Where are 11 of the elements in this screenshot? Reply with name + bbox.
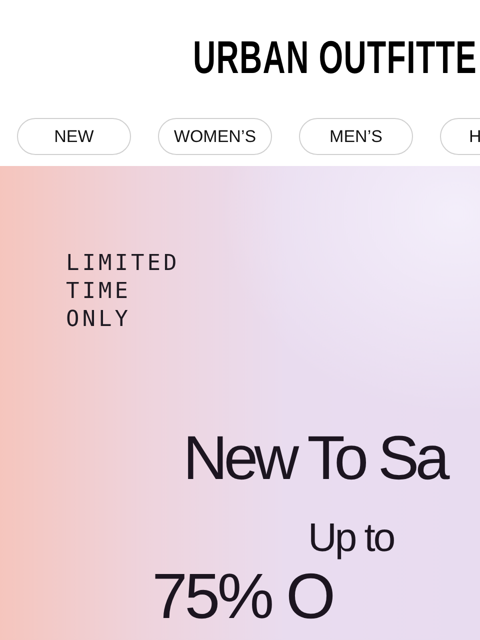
category-chip[interactable]: WOMEN’S bbox=[158, 118, 272, 155]
promo-label: TIME bbox=[66, 278, 132, 306]
brand-logo[interactable]: URBAN OUTFITTE bbox=[193, 34, 478, 80]
category-chip[interactable]: MEN’S bbox=[299, 118, 413, 155]
discount-text: 75% O bbox=[152, 564, 333, 628]
promo-label: LIMITED bbox=[66, 250, 180, 278]
promo-label: ONLY bbox=[66, 306, 132, 334]
category-chip[interactable]: H bbox=[440, 118, 480, 155]
category-chip[interactable]: NEW bbox=[17, 118, 131, 155]
hero-headline: New To Sa bbox=[183, 428, 446, 490]
hero-subheading: Up to bbox=[308, 518, 394, 558]
